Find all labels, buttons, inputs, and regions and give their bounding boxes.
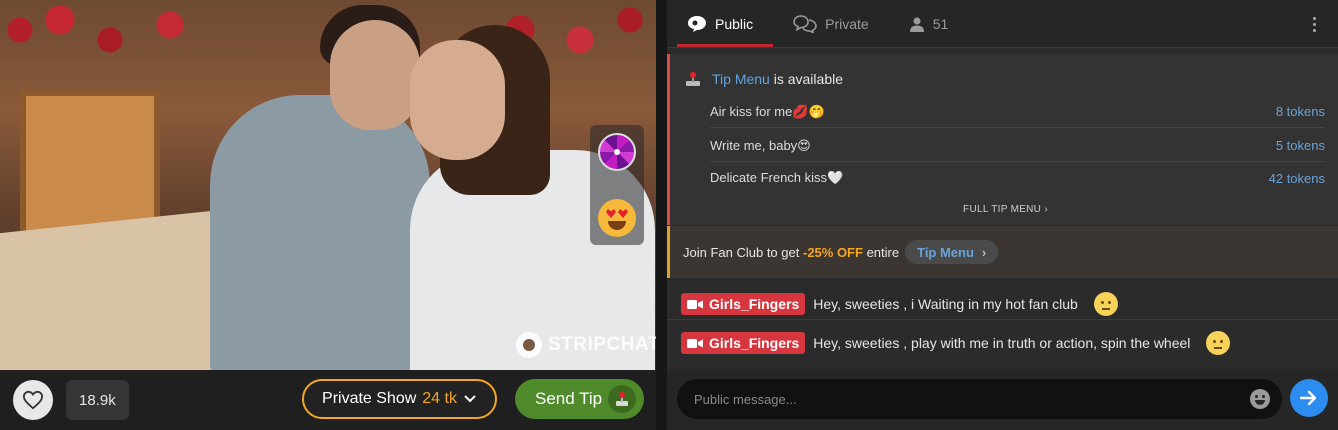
tip-item-name: Delicate French kiss🤍 (710, 170, 844, 185)
private-show-label: Private Show (322, 390, 417, 407)
send-message-button[interactable] (1290, 379, 1328, 417)
stripchat-logo-icon (516, 332, 542, 358)
heart-outline-icon (22, 390, 44, 410)
neutral-face-emoji-icon (1206, 331, 1231, 355)
more-options-icon[interactable] (1304, 14, 1324, 34)
heart-eyes-emoji-icon[interactable] (598, 199, 636, 237)
performer-left-head (330, 20, 420, 130)
send-tip-button[interactable]: Send Tip (515, 379, 644, 419)
performer-left (210, 95, 430, 370)
side-tools-panel (590, 125, 644, 245)
video-stream[interactable]: STRIPCHAT (0, 0, 656, 370)
tip-menu-header-text: Tip Menu is available (712, 71, 843, 87)
tip-menu-item[interactable]: Delicate French kiss🤍 42 tokens (710, 162, 1325, 194)
tip-item-price: 8 tokens (1275, 104, 1325, 119)
tip-menu-link[interactable]: Tip Menu (712, 71, 770, 87)
arrow-right-icon (1300, 390, 1317, 406)
chat-message: Girls_Fingers Hey, sweeties , play with … (681, 331, 1231, 355)
heart-eye-left (606, 209, 616, 218)
watermark-text: STRIPCHAT (548, 334, 656, 355)
tip-menu-item[interactable]: Write me, baby😍 5 tokens (710, 130, 1325, 162)
message-username[interactable]: Girls_Fingers (681, 293, 806, 315)
stripchat-watermark: STRIPCHAT (516, 332, 656, 358)
tip-menu-available-text: is available (769, 71, 843, 87)
tip-item-name: Air kiss for me💋🤭 (710, 103, 825, 119)
tip-item-price: 42 tokens (1268, 170, 1325, 186)
tab-users-count: 51 (932, 15, 949, 32)
fan-club-prefix: Join Fan Club to get (683, 244, 800, 260)
username-text: Girls_Fingers (709, 296, 800, 312)
private-show-price: 24 tk (422, 390, 457, 407)
message-text: Hey, sweeties , play with me in truth or… (813, 335, 1191, 351)
message-divider (667, 319, 1338, 320)
public-message-input[interactable] (677, 379, 1282, 419)
dot (1312, 22, 1316, 26)
chat-bubbles-icon (793, 14, 817, 33)
tip-menu-item[interactable]: Air kiss for me💋🤭 8 tokens (710, 96, 1325, 128)
message-username[interactable]: Girls_Fingers (681, 332, 806, 354)
message-input-bar (667, 370, 1338, 430)
full-tip-menu-label: FULL TIP MENU (963, 204, 1042, 215)
favorites-count: 18.9k (66, 380, 129, 420)
tab-private-label: Private (825, 15, 869, 32)
heart-eye-right (618, 209, 628, 218)
camera-icon (687, 299, 703, 309)
tab-private[interactable]: Private (773, 0, 889, 47)
video-player: STRIPCHAT 18.9k Private Show 24 tk Send … (0, 0, 656, 430)
joystick-icon (686, 72, 700, 86)
app-root: STRIPCHAT 18.9k Private Show 24 tk Send … (0, 0, 1338, 430)
dot (1312, 28, 1316, 32)
user-icon (909, 17, 924, 32)
fan-club-discount: -25% OFF (802, 244, 863, 260)
fan-club-tip-menu-button[interactable]: Tip Menu › (905, 240, 999, 264)
dot (1312, 16, 1316, 20)
chat-message: Girls_Fingers Hey, sweeties , i Waiting … (681, 292, 1118, 316)
tab-public[interactable]: Public (667, 0, 774, 47)
tip-item-name: Write me, baby😍 (710, 137, 811, 153)
tip-menu-card: Tip Menu is available Air kiss for me💋🤭 … (667, 54, 1338, 225)
emoji-mouth (608, 221, 626, 230)
fan-club-banner: Join Fan Club to get -25% OFF entire Tip… (667, 226, 1338, 278)
panel-divider (656, 0, 667, 430)
chevron-right-icon: › (981, 244, 987, 260)
favorite-button[interactable] (13, 380, 53, 420)
chat-bubble-icon (688, 15, 706, 32)
send-tip-label: Send Tip (535, 389, 603, 408)
performer-right-head (410, 40, 505, 160)
message-text: Hey, sweeties , i Waiting in my hot fan … (813, 296, 1078, 312)
camera-icon (687, 338, 703, 348)
fortune-wheel-icon[interactable] (598, 133, 636, 171)
tip-menu-header: Tip Menu is available (684, 70, 843, 88)
chat-tabs: Public Private 51 (667, 0, 1338, 48)
full-tip-menu-link[interactable]: FULL TIP MENU › (670, 204, 1338, 215)
fan-club-middle: entire (866, 244, 900, 260)
private-show-button[interactable]: Private Show 24 tk (302, 379, 497, 419)
tip-item-price: 5 tokens (1275, 138, 1325, 153)
chat-panel: Public Private 51 Tip Menu is available … (667, 0, 1338, 430)
chevron-down-icon (464, 395, 476, 403)
player-controls: 18.9k Private Show 24 tk Send Tip (0, 370, 656, 430)
username-text: Girls_Fingers (709, 335, 800, 351)
fan-club-pill-label: Tip Menu (917, 244, 974, 260)
emoji-picker-icon[interactable] (1250, 389, 1270, 409)
chevron-right-icon: › (1044, 204, 1048, 215)
neutral-face-emoji-icon (1093, 292, 1118, 316)
tab-public-label: Public (715, 15, 754, 32)
tab-users[interactable]: 51 (889, 0, 969, 47)
tip-joystick-icon (608, 385, 636, 413)
